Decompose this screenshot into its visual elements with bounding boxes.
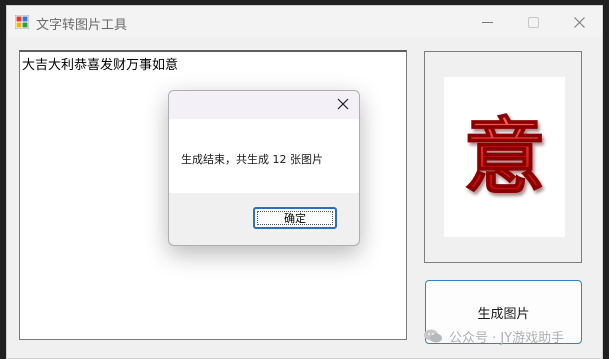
completion-dialog: 生成结束，共生成 12 张图片 确定 bbox=[168, 90, 360, 246]
watermark-text: 公众号 · JY游戏助手 bbox=[449, 330, 565, 346]
close-button[interactable] bbox=[556, 6, 602, 38]
dialog-body: 生成结束，共生成 12 张图片 bbox=[169, 119, 359, 193]
maximize-icon bbox=[527, 16, 539, 28]
wechat-icon bbox=[424, 329, 442, 343]
preview-character: 意 bbox=[463, 109, 545, 205]
app-icon bbox=[15, 15, 29, 29]
minimize-icon bbox=[481, 21, 493, 23]
dialog-message: 生成结束，共生成 12 张图片 bbox=[181, 153, 323, 166]
app-window: 文字转图片工具 大吉大利恭喜发财万事如意 意 生成图片 生成结束，共生成 12 … bbox=[6, 5, 603, 359]
title-bar[interactable]: 文字转图片工具 bbox=[7, 6, 602, 38]
close-icon bbox=[573, 16, 585, 28]
ok-button[interactable]: 确定 bbox=[253, 207, 337, 229]
minimize-button[interactable] bbox=[464, 6, 510, 38]
dialog-title-bar[interactable] bbox=[169, 91, 359, 119]
window-title: 文字转图片工具 bbox=[36, 18, 128, 33]
preview-image: 意 bbox=[444, 77, 565, 237]
dialog-close-icon[interactable] bbox=[335, 96, 351, 112]
preview-frame: 意 bbox=[424, 51, 582, 263]
watermark: 公众号 · JY游戏助手 bbox=[423, 324, 564, 348]
preview-character-graphic: 意 bbox=[463, 108, 546, 205]
ok-button-label: 确定 bbox=[284, 212, 306, 225]
maximize-button[interactable] bbox=[510, 6, 556, 38]
